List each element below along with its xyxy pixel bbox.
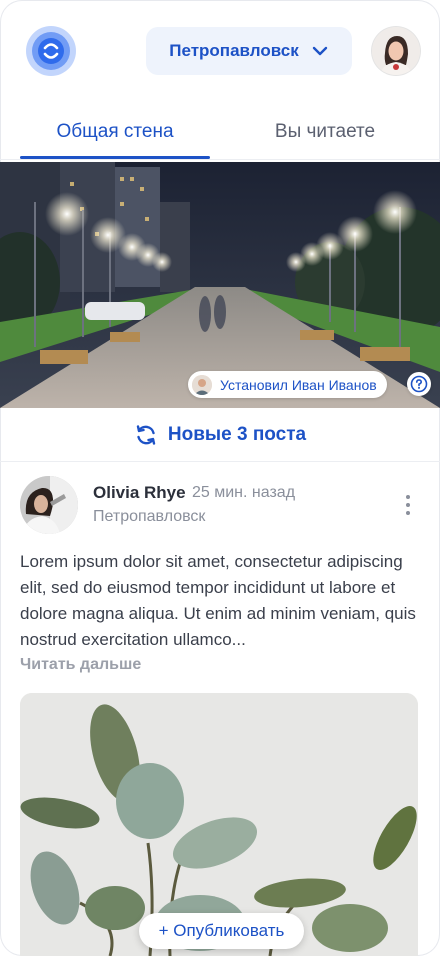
logo-icon[interactable] [24, 24, 78, 78]
post-location: Петропавловск [93, 508, 206, 525]
read-more-link[interactable]: Читать дальше [20, 656, 141, 674]
refresh-icon [136, 424, 156, 445]
top-bar: Петропавловск [0, 0, 440, 104]
post-timestamp: 25 мин. назад [192, 484, 296, 501]
user-avatar[interactable] [372, 27, 420, 75]
app-screen: Петропавловск Общая стена Вы читаете Уст… [0, 0, 440, 956]
tab-general-wall[interactable]: Общая стена [20, 112, 210, 152]
publish-button[interactable]: + Опубликовать [139, 913, 304, 949]
post-author-avatar[interactable] [20, 476, 78, 534]
post-author-name[interactable]: Olivia Rhye [93, 483, 186, 503]
publish-button-label: + Опубликовать [158, 921, 285, 940]
installer-avatar [192, 374, 212, 395]
active-tab-indicator [20, 156, 210, 159]
post-body-text: Lorem ipsum dolor sit amet, consectetur … [20, 552, 416, 649]
question-circle-icon[interactable] [407, 372, 431, 396]
more-vertical-icon[interactable] [398, 490, 418, 520]
new-posts-button[interactable]: Новые 3 поста [0, 408, 440, 462]
installed-by-text: Установил Иван Иванов [220, 376, 377, 393]
city-label: Петропавловск [169, 41, 299, 60]
city-selector[interactable]: Петропавловск [146, 27, 352, 75]
chevron-down-icon [312, 46, 327, 56]
installed-by-badge: Установил Иван Иванов [188, 371, 387, 398]
new-posts-label: Новые 3 поста [167, 423, 307, 445]
tab-following[interactable]: Вы читаете [230, 112, 420, 152]
feed-tabs: Общая стена Вы читаете [0, 104, 440, 160]
